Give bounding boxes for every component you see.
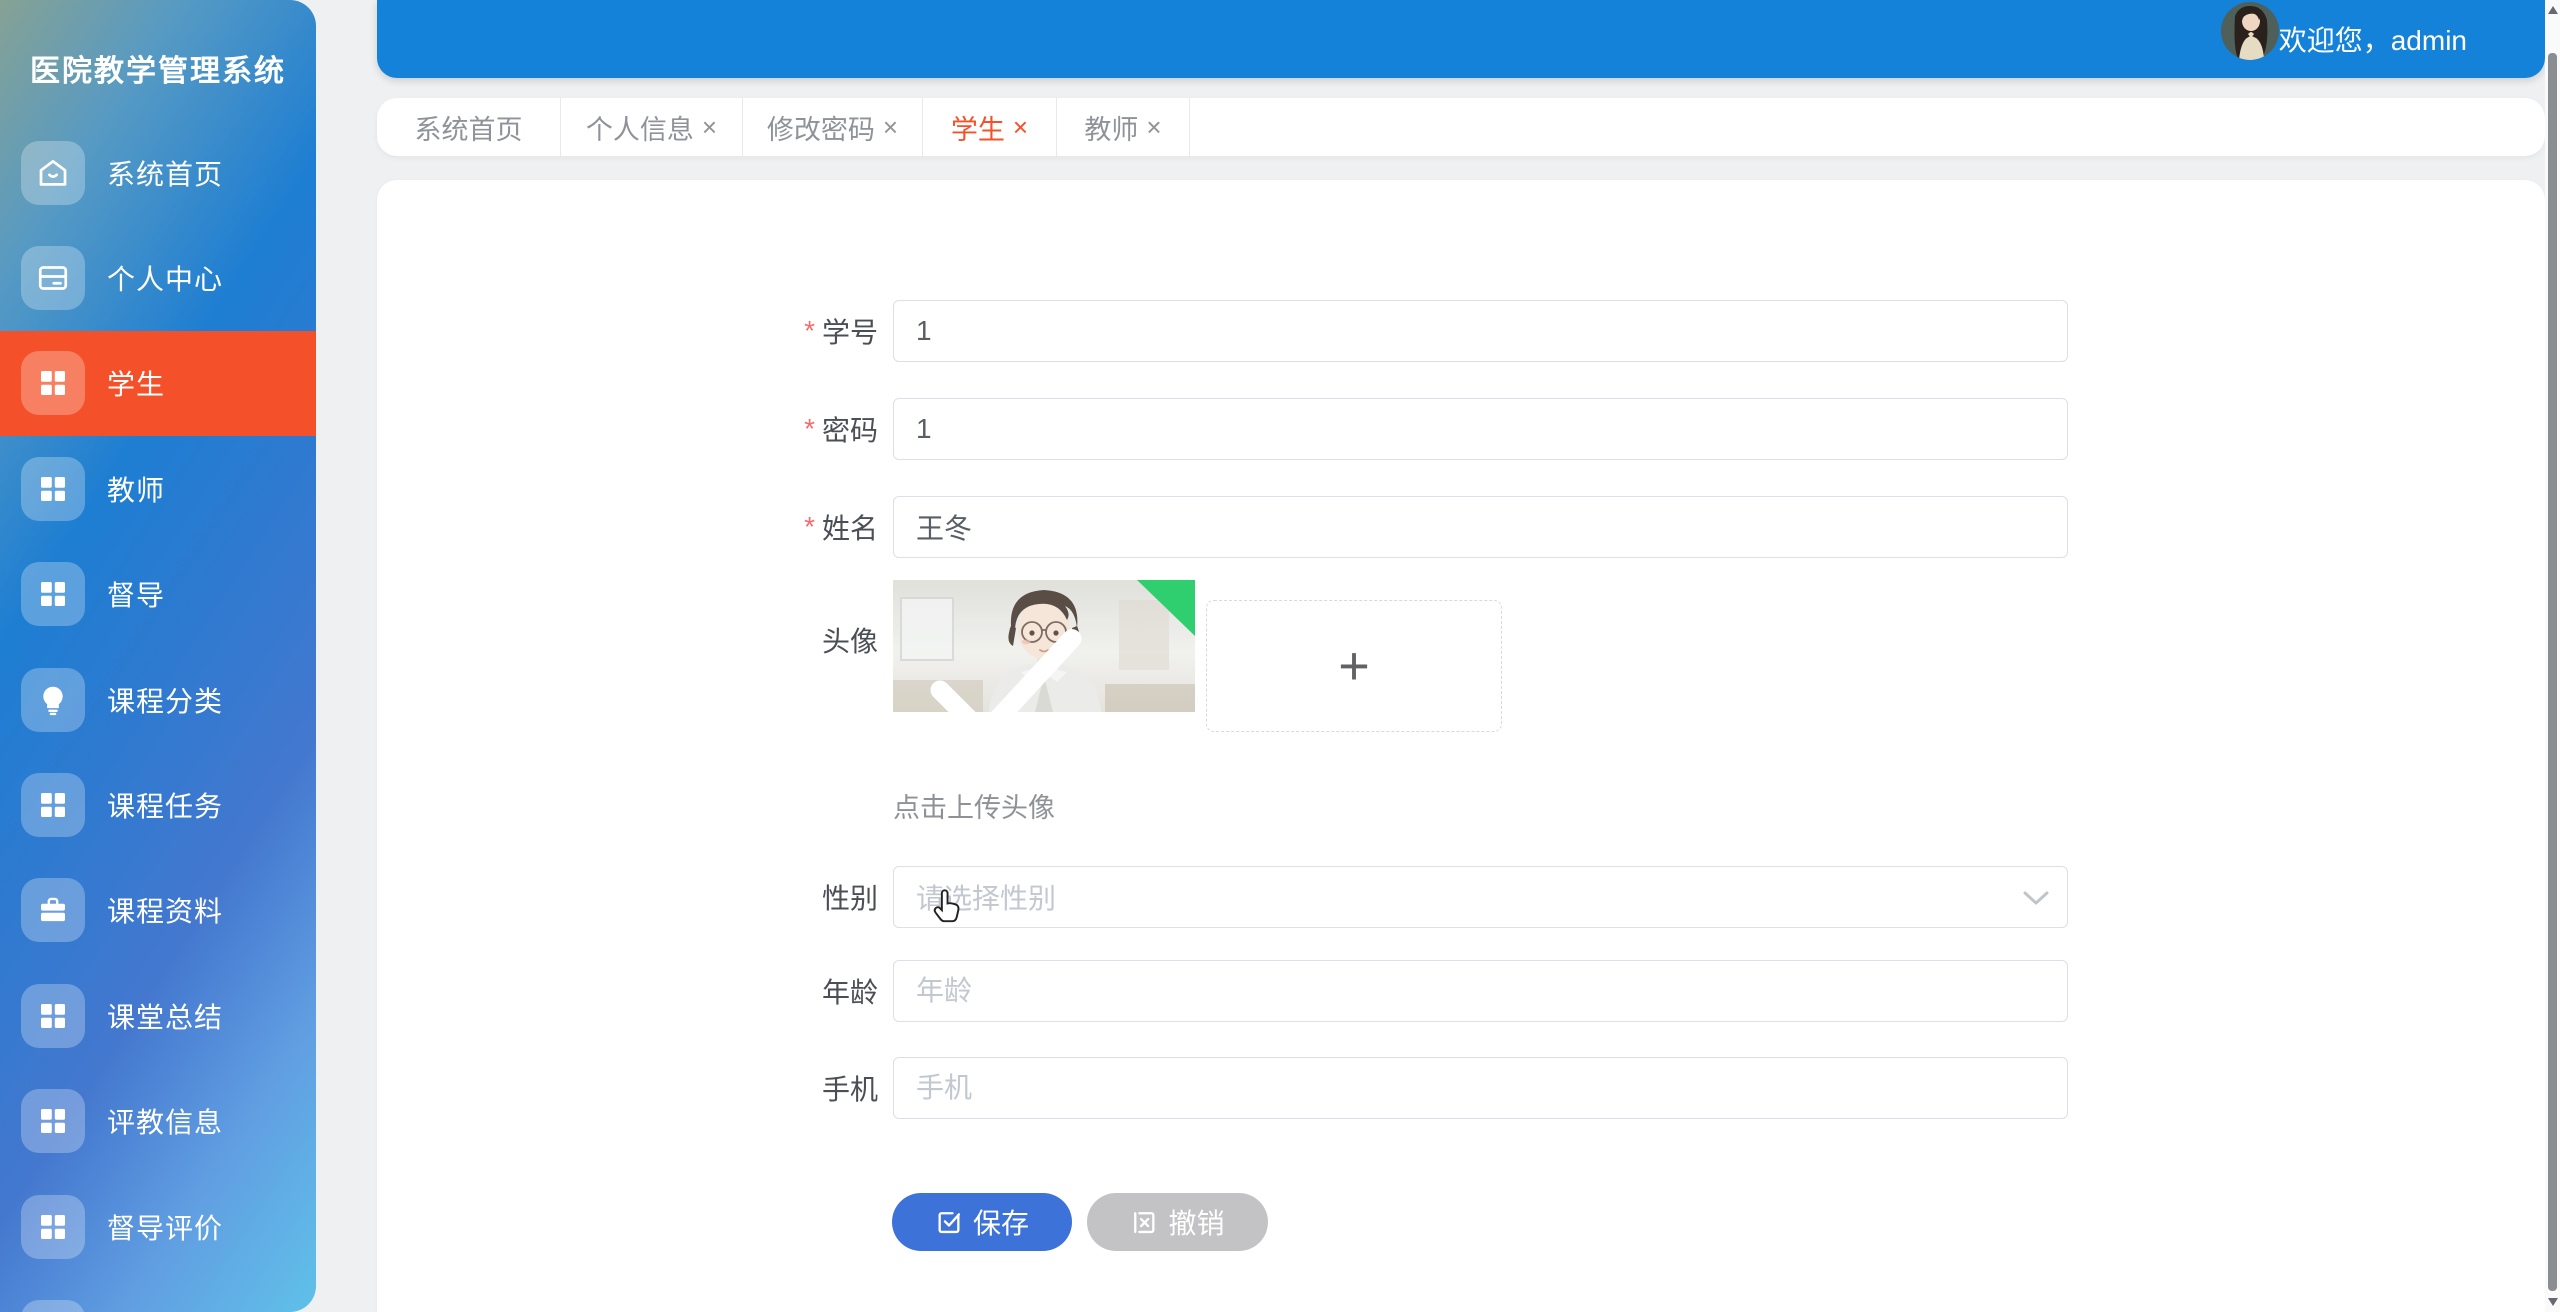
id-card-icon <box>21 246 85 310</box>
scrollbar-thumb[interactable] <box>2548 53 2557 1291</box>
grid-icon <box>21 1195 85 1259</box>
name-input[interactable] <box>894 497 2067 557</box>
tab-label: 系统首页 <box>415 108 523 147</box>
mouse-cursor <box>930 887 966 929</box>
sidebar-item-teacher[interactable]: 教师 <box>0 436 316 541</box>
sidebar-item-label: 系统首页 <box>107 153 223 193</box>
check-icon <box>893 624 1157 712</box>
phone-label: 手机 <box>377 1057 878 1119</box>
sidebar-item-label: 个人中心 <box>107 258 223 298</box>
sidebar-item-label: 教师 <box>107 469 165 509</box>
gender-label: 性别 <box>377 866 878 928</box>
tab-system-home[interactable]: 系统首页 <box>377 98 561 156</box>
sidebar-item-label: 学生 <box>107 363 165 403</box>
scrollbar-track <box>2545 0 2560 1312</box>
age-label: 年龄 <box>377 960 878 1022</box>
sidebar-item-label: 课程资料 <box>107 890 223 930</box>
student-id-field-box <box>893 300 2068 362</box>
sidebar-item-label: 督导 <box>107 574 165 614</box>
welcome-text: 欢迎您，admin <box>2279 19 2467 59</box>
tab-close-icon[interactable]: × <box>1013 114 1028 140</box>
tab-student[interactable]: 学生 × <box>923 98 1057 156</box>
undo-button[interactable]: 撤销 <box>1087 1193 1268 1251</box>
tab-close-icon[interactable]: × <box>1146 114 1161 140</box>
sidebar-item-label: 评教信息 <box>107 1101 223 1141</box>
grid-icon <box>21 1300 85 1312</box>
welcome-dropdown[interactable]: 欢迎您，admin <box>2279 0 2467 78</box>
tab-personal-info[interactable]: 个人信息 × <box>561 98 743 156</box>
password-label: * 密码 <box>377 398 878 460</box>
sidebar-item-student[interactable]: 学生 <box>0 331 316 436</box>
name-label: * 姓名 <box>377 496 878 558</box>
topbar: 欢迎您，admin <box>377 0 2545 78</box>
grid-icon <box>21 773 85 837</box>
sidebar-item-personal-center[interactable]: 个人中心 <box>0 225 316 330</box>
scrollbar-down-arrow[interactable] <box>2548 1298 2558 1306</box>
tab-label: 个人信息 <box>586 108 694 147</box>
save-button-label: 保存 <box>973 1202 1029 1242</box>
tab-label: 修改密码 <box>767 108 875 147</box>
grid-icon <box>21 351 85 415</box>
sidebar-item-class-summary[interactable]: 课堂总结 <box>0 963 316 1068</box>
required-asterisk: * <box>804 511 815 543</box>
gender-select[interactable]: 请选择性别 <box>893 866 2068 928</box>
required-asterisk: * <box>804 413 815 445</box>
phone-field-box <box>893 1057 2068 1119</box>
student-id-input[interactable] <box>894 301 2067 361</box>
password-field-box <box>893 398 2068 460</box>
student-id-label: * 学号 <box>377 300 878 362</box>
tab-close-icon[interactable]: × <box>702 114 717 140</box>
user-avatar[interactable] <box>2221 2 2279 60</box>
grid-icon <box>21 1089 85 1153</box>
sidebar: 医院教学管理系统 系统首页 个人中心 学生 <box>0 0 316 1312</box>
sidebar-item-label: 课堂总结 <box>107 996 223 1036</box>
sidebar-menu: 系统首页 个人中心 学生 教师 督导 <box>0 120 316 1312</box>
sidebar-item-course-material[interactable]: 课程资料 <box>0 858 316 963</box>
sidebar-item-label: 督导评价 <box>107 1207 223 1247</box>
avatar-label: 头像 <box>377 609 878 671</box>
name-field-box <box>893 496 2068 558</box>
gender-placeholder: 请选择性别 <box>894 877 1056 917</box>
chevron-down-icon <box>2023 891 2049 906</box>
sidebar-item-label: 课程任务 <box>107 785 223 825</box>
tabbar: 系统首页 个人信息 × 修改密码 × 学生 × 教师 × <box>377 98 2545 156</box>
age-field-box <box>893 960 2068 1022</box>
age-input[interactable] <box>894 961 2067 1021</box>
bulb-icon <box>21 668 85 732</box>
tab-change-password[interactable]: 修改密码 × <box>743 98 923 156</box>
password-input[interactable] <box>894 399 2067 459</box>
undo-button-label: 撤销 <box>1168 1202 1224 1242</box>
required-asterisk: * <box>804 315 815 347</box>
grid-icon <box>21 984 85 1048</box>
sidebar-item-supervisor[interactable]: 督导 <box>0 542 316 647</box>
student-form-card: * 学号 * 密码 * 姓名 头像 <box>377 180 2545 1312</box>
plus-icon: + <box>1338 635 1370 697</box>
save-button[interactable]: 保存 <box>892 1193 1072 1251</box>
upload-hint: 点击上传头像 <box>893 786 1055 825</box>
tab-close-icon[interactable]: × <box>883 114 898 140</box>
sidebar-item-course-task[interactable]: 课程任务 <box>0 752 316 857</box>
scrollbar-up-arrow[interactable] <box>2548 6 2558 14</box>
sidebar-item-label: 课程分类 <box>107 680 223 720</box>
phone-input[interactable] <box>894 1058 2067 1118</box>
home-icon <box>21 141 85 205</box>
sidebar-item-partial[interactable] <box>0 1279 316 1312</box>
tab-label: 教师 <box>1084 108 1138 147</box>
tab-label: 学生 <box>951 108 1005 147</box>
sidebar-item-course-category[interactable]: 课程分类 <box>0 647 316 752</box>
tab-teacher[interactable]: 教师 × <box>1057 98 1190 156</box>
avatar-thumbnail[interactable] <box>893 580 1195 712</box>
grid-icon <box>21 457 85 521</box>
sidebar-item-system-home[interactable]: 系统首页 <box>0 120 316 225</box>
sidebar-item-supervisor-evaluation[interactable]: 督导评价 <box>0 1174 316 1279</box>
app-title: 医院教学管理系统 <box>0 46 316 90</box>
avatar-upload-button[interactable]: + <box>1206 600 1502 732</box>
sidebar-item-evaluation-info[interactable]: 评教信息 <box>0 1069 316 1174</box>
grid-icon <box>21 562 85 626</box>
briefcase-icon <box>21 878 85 942</box>
